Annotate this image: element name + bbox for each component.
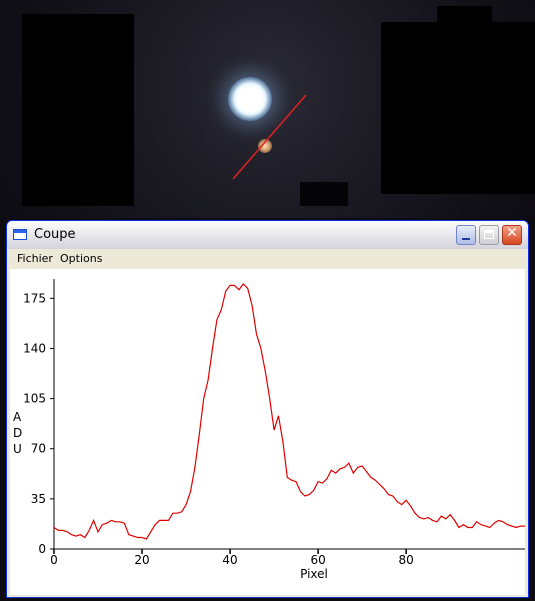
profile-chart: 0 35 70 105 140 175 0 20 40 60 80 Pixel A D U <box>10 269 525 595</box>
y-tick-label: 35 <box>31 492 46 506</box>
window-app-icon <box>13 229 27 240</box>
x-tick-label: 0 <box>50 553 58 567</box>
y-tick-label: 0 <box>38 542 46 556</box>
y-axis-label-letter: U <box>13 442 22 456</box>
x-tick-label: 40 <box>222 553 237 567</box>
menu-fichier[interactable]: Fichier <box>17 252 53 265</box>
profile-chart-svg: 0 35 70 105 140 175 0 20 40 60 80 Pixel ADU <box>13 279 525 581</box>
window-title: Coupe <box>34 227 76 242</box>
x-axis-label: Pixel <box>300 567 328 581</box>
minimize-button[interactable] <box>456 225 476 245</box>
y-axis-label-letter: A <box>13 410 22 424</box>
profile-series-line <box>53 283 525 540</box>
coupe-window[interactable]: Coupe ✕ Fichier Options 0 35 70 105 140 175 0 2… <box>6 220 529 598</box>
title-bar[interactable]: Coupe ✕ <box>7 221 528 250</box>
menu-options[interactable]: Options <box>60 252 102 265</box>
minimize-icon <box>462 238 470 240</box>
y-axis-label-letter: D <box>13 426 22 440</box>
profile-cut-line[interactable] <box>0 0 535 218</box>
y-tick-label: 140 <box>23 341 46 355</box>
close-button[interactable]: ✕ <box>502 225 522 245</box>
y-tick-label: 175 <box>23 291 46 305</box>
x-tick-label: 20 <box>134 553 149 567</box>
star-field-image <box>0 0 535 218</box>
y-tick-label: 70 <box>31 442 46 456</box>
maximize-button[interactable] <box>479 225 499 245</box>
maximize-icon <box>484 230 494 239</box>
x-tick-label: 80 <box>399 553 414 567</box>
y-tick-label: 105 <box>23 392 46 406</box>
menu-bar: Fichier Options <box>7 249 528 269</box>
x-tick-label: 60 <box>310 553 325 567</box>
close-icon: ✕ <box>506 225 518 241</box>
